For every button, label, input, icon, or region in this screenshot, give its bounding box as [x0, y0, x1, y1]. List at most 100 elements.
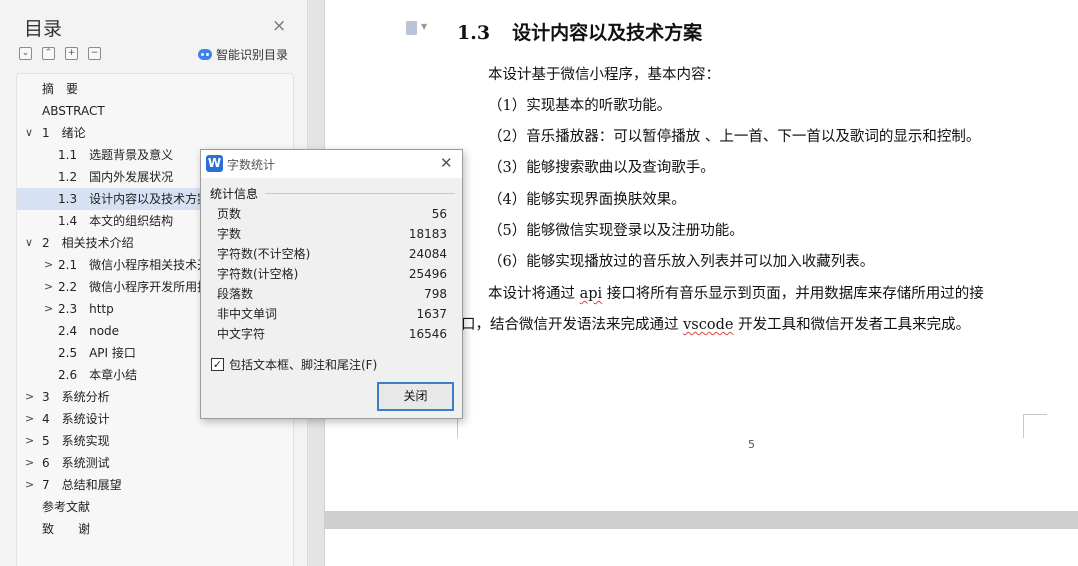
list-item: （2）音乐播放器：可以暂停播放 、上一首、下一首以及歌词的显示和控制。: [488, 129, 981, 145]
text-run: 本设计将通过: [488, 286, 580, 302]
toc-item-label: 摘 要: [42, 82, 79, 96]
heading-text: 设计内容以及技术方案: [512, 22, 703, 44]
toc-item-label: 7 总结和展望: [42, 478, 122, 492]
chevron-down-icon[interactable]: ∨: [25, 122, 33, 144]
stat-value: 1637: [416, 307, 447, 321]
stat-value: 24084: [408, 247, 447, 261]
toc-item[interactable]: >5 系统实现: [17, 430, 293, 452]
close-icon[interactable]: ✕: [440, 154, 453, 172]
toc-item-label: 1 绪论: [42, 126, 86, 140]
stat-label: 非中文单词: [217, 307, 278, 321]
stat-value: 18183: [408, 227, 447, 241]
group-divider: [265, 193, 455, 194]
toc-toolbar: ⌄ ⌃ + −: [19, 47, 101, 60]
toc-item-label: 5 系统实现: [42, 434, 110, 448]
chevron-right-icon[interactable]: >: [25, 474, 34, 496]
toc-item-label: 2.2 微信小程序开发所用技术: [58, 280, 222, 294]
stat-label: 中文字符: [217, 327, 266, 341]
stat-value: 16546: [408, 327, 447, 341]
smart-toc-label: 智能识别目录: [216, 48, 289, 62]
spellcheck-word: vscode: [683, 317, 734, 333]
chevron-right-icon[interactable]: >: [44, 254, 53, 276]
toc-item-label: 1.4 本文的组织结构: [58, 214, 174, 228]
checkbox-label: 包括文本框、脚注和尾注(F): [229, 358, 378, 372]
toc-item-label: 2.3 http: [58, 302, 114, 316]
stat-row: 字符数(不计空格) 24084: [217, 244, 447, 264]
chevron-right-icon[interactable]: >: [25, 386, 34, 408]
margin-corner-right: [1023, 414, 1047, 438]
list-item: （3）能够搜索歌曲以及查询歌手。: [488, 160, 715, 176]
stats-group-label: 统计信息: [210, 187, 259, 201]
toc-item[interactable]: ∨ 1 绪论: [17, 122, 293, 144]
list-item: （1）实现基本的听歌功能。: [488, 98, 672, 114]
toc-item-label: ABSTRACT: [42, 104, 105, 118]
chevron-right-icon[interactable]: >: [25, 430, 34, 452]
stat-row: 非中文单词 1637: [217, 304, 447, 324]
toc-item-label: 2.1 微信小程序相关技术开发: [58, 258, 222, 272]
chevron-right-icon[interactable]: >: [25, 452, 34, 474]
toc-title: 目录: [24, 18, 63, 40]
stat-value: 56: [431, 207, 447, 221]
next-page: [324, 529, 1078, 566]
include-textbox-checkbox[interactable]: ✓ 包括文本框、脚注和尾注(F): [211, 356, 377, 373]
add-heading-icon[interactable]: +: [65, 47, 78, 60]
toc-item[interactable]: ABSTRACT: [17, 100, 293, 122]
toc-item-label: 2 相关技术介绍: [42, 236, 134, 250]
toc-item[interactable]: >6 系统测试: [17, 452, 293, 474]
body-paragraph: 口，结合微信开发语法来完成通过 vscode 开发工具和微信开发者工具来完成。: [461, 313, 970, 334]
smart-toc-button[interactable]: 智能识别目录: [198, 46, 288, 63]
stat-label: 字符数(不计空格): [217, 247, 311, 261]
checkbox-mark[interactable]: ✓: [211, 358, 224, 371]
close-button[interactable]: 关闭: [377, 382, 454, 411]
toc-item-label: 2.5 API 接口: [58, 346, 136, 360]
spellcheck-word: api: [579, 286, 603, 302]
chevron-down-icon[interactable]: ∨: [25, 232, 33, 254]
stat-row: 字数 18183: [217, 224, 447, 244]
toc-item[interactable]: 参考文献: [17, 496, 293, 518]
chevron-right-icon[interactable]: >: [25, 408, 34, 430]
stat-label: 字数: [217, 227, 242, 241]
toc-item-label: 4 系统设计: [42, 412, 110, 426]
chevron-right-icon[interactable]: >: [44, 276, 53, 298]
toc-item-label: 1.2 国内外发展状况: [58, 170, 174, 184]
toc-item-label: 2.4 node: [58, 324, 120, 338]
stat-value: 798: [424, 287, 447, 301]
body-paragraph: 本设计将通过 api 接口将所有音乐显示到页面，并用数据库来存储所用过的接: [488, 282, 984, 303]
dialog-titlebar[interactable]: W 字数统计 ✕: [201, 150, 462, 178]
heading-number: 1.3: [457, 22, 491, 44]
toc-close-icon[interactable]: ×: [272, 16, 286, 36]
toc-item-label: 1.3 设计内容以及技术方案: [58, 192, 210, 206]
stat-row: 字符数(计空格) 25496: [217, 264, 447, 284]
toc-item[interactable]: 摘 要: [17, 78, 293, 100]
toc-item-label: 1.1 选题背景及意义: [58, 148, 174, 162]
stat-row: 页数 56: [217, 204, 447, 224]
paragraph-menu-icon[interactable]: [406, 21, 417, 35]
intro-paragraph: 本设计基于微信小程序，基本内容：: [488, 67, 720, 83]
robot-icon: [198, 49, 212, 60]
stat-label: 段落数: [217, 287, 254, 301]
expand-all-icon[interactable]: ⌃: [42, 47, 55, 60]
list-item: （5）能够微信实现登录以及注册功能。: [488, 223, 744, 239]
toc-item[interactable]: >7 总结和展望: [17, 474, 293, 496]
toc-item-label: 参考文献: [42, 500, 91, 514]
text-run: 开发工具和微信开发者工具来完成。: [733, 317, 971, 333]
app-logo-icon: W: [206, 155, 223, 172]
stat-row: 中文字符 16546: [217, 324, 447, 344]
list-item: （4）能够实现界面换肤效果。: [488, 192, 686, 208]
collapse-all-icon[interactable]: ⌄: [19, 47, 32, 60]
word-count-dialog: W 字数统计 ✕ 统计信息 页数 56 字数 18183 字符数(不计空格) 24084 字…: [200, 149, 463, 419]
dialog-title: 字数统计: [227, 158, 276, 172]
text-run: 口，结合微信开发语法来完成通过: [461, 317, 684, 333]
toc-item-label: 2.6 本章小结: [58, 368, 138, 382]
stat-label: 字符数(计空格): [217, 267, 299, 281]
stat-label: 页数: [217, 207, 242, 221]
chevron-right-icon[interactable]: >: [44, 298, 53, 320]
text-run: 接口将所有音乐显示到页面，并用数据库来存储所用过的接: [602, 286, 984, 302]
list-item: （6）能够实现播放过的音乐放入列表并可以加入收藏列表。: [488, 254, 875, 270]
chevron-down-icon[interactable]: ▼: [421, 22, 427, 31]
toc-item-label: 致 谢: [42, 522, 91, 536]
toc-item-label: 6 系统测试: [42, 456, 110, 470]
page-gap: [324, 511, 1078, 529]
toc-item[interactable]: 致 谢: [17, 518, 293, 540]
remove-heading-icon[interactable]: −: [88, 47, 101, 60]
